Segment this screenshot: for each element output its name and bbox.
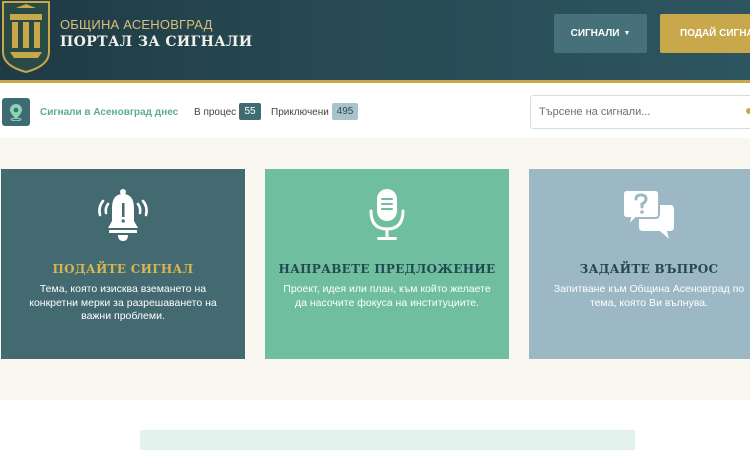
municipality-name: ОБЩИНА АСЕНОВГРАД [60, 17, 213, 32]
completed-count-badge: 495 [332, 103, 358, 120]
card-make-proposal-title: НАПРАВЕТЕ ПРЕДЛОЖЕНИЕ [278, 262, 496, 276]
microphone-icon [265, 187, 509, 243]
in-progress-count-badge: 55 [239, 103, 261, 120]
card-submit-signal[interactable]: ПОДАЙТЕ СИГНАЛ Тема, която изисква взема… [1, 169, 245, 359]
today-signals-title: Сигнали в Асеновград днес [40, 107, 179, 118]
completed-label: Приключени [271, 107, 329, 118]
submit-signal-label: ПОДАЙ СИГНАЛ [680, 28, 750, 39]
map-pin-icon [10, 104, 22, 121]
bell-icon [1, 187, 245, 243]
signals-menu-label: СИГНАЛИ [570, 28, 620, 39]
map-pin-button[interactable] [2, 98, 30, 126]
signals-menu-button[interactable]: СИГНАЛИ ▼ [554, 14, 647, 53]
submit-signal-button[interactable]: ПОДАЙ СИГНАЛ [660, 14, 750, 53]
card-ask-question-title: ЗАДАЙТЕ ВЪПРОС [579, 262, 719, 276]
search-input[interactable] [530, 95, 750, 129]
in-progress-label: В процес [194, 107, 237, 118]
search-icon[interactable] [746, 108, 750, 114]
site-header: ОБЩИНА АСЕНОВГРАД ПОРТАЛ ЗА СИГНАЛИ СИГН… [0, 0, 750, 83]
card-submit-signal-description: Тема, която изисква вземането на конкрет… [29, 283, 217, 322]
bottom-content-panel [140, 430, 635, 450]
question-chat-icon [529, 187, 750, 243]
caret-down-icon: ▼ [623, 29, 631, 37]
portal-title[interactable]: ПОРТАЛ ЗА СИГНАЛИ [60, 34, 252, 50]
card-submit-signal-title: ПОДАЙТЕ СИГНАЛ [52, 262, 194, 276]
municipality-crest-icon[interactable] [0, 0, 52, 74]
card-make-proposal-description: Проект, идея или план, към който желаете… [283, 283, 491, 309]
card-make-proposal[interactable]: НАПРАВЕТЕ ПРЕДЛОЖЕНИЕ Проект, идея или п… [265, 169, 509, 359]
status-bar: Сигнали в Асеновград днес В процес 55 Пр… [0, 86, 750, 138]
card-ask-question[interactable]: ЗАДАЙТЕ ВЪПРОС Запитване към Община Асен… [529, 169, 750, 359]
card-ask-question-description: Запитване към Община Асеновград по тема,… [553, 283, 745, 309]
action-cards-section: ПОДАЙТЕ СИГНАЛ Тема, която изисква взема… [0, 138, 750, 400]
